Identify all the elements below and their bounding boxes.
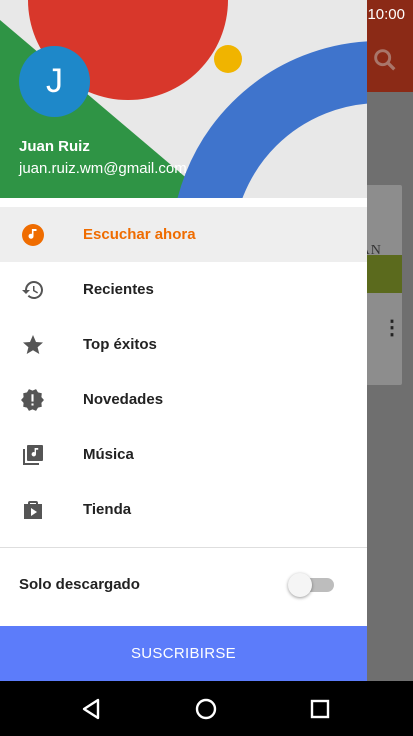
menu-label: Top éxitos (83, 336, 157, 353)
history-icon (20, 277, 45, 302)
avatar[interactable]: J (19, 46, 90, 117)
navigation-drawer: J Juan Ruiz juan.ruiz.wm@gmail.com Escuc… (0, 0, 367, 681)
offline-only-row[interactable]: Solo descargado (0, 560, 367, 610)
menu-label: Escuchar ahora (83, 226, 196, 243)
menu-item-recientes[interactable]: Recientes (0, 262, 367, 317)
store-icon (20, 497, 45, 522)
search-icon (371, 46, 399, 74)
navigation-bar (0, 681, 413, 736)
menu-item-escuchar-ahora[interactable]: Escuchar ahora (0, 207, 367, 262)
recents-icon[interactable] (306, 695, 334, 723)
new-releases-icon (20, 387, 45, 412)
account-header[interactable]: J Juan Ruiz juan.ruiz.wm@gmail.com (0, 0, 367, 198)
menu-item-tienda[interactable]: Tienda (0, 482, 367, 537)
account-email: juan.ruiz.wm@gmail.com (19, 160, 187, 177)
account-name: Juan Ruiz (19, 138, 90, 155)
offline-only-label: Solo descargado (19, 576, 140, 593)
home-icon[interactable] (192, 695, 220, 723)
menu-label: Recientes (83, 281, 154, 298)
menu-item-top-exitos[interactable]: Top éxitos (0, 317, 367, 372)
listen-now-icon (20, 222, 45, 247)
menu-label: Música (83, 446, 134, 463)
more-vert-icon: ⋮ (382, 315, 402, 339)
offline-only-toggle[interactable] (288, 573, 338, 597)
star-icon (20, 332, 45, 357)
menu-label: Tienda (83, 501, 132, 518)
back-icon[interactable] (78, 695, 106, 723)
divider (0, 547, 367, 548)
drawer-menu: Escuchar ahora Recientes Top éxitos Nove… (0, 207, 367, 537)
status-time: 10:00 (367, 5, 405, 23)
menu-label: Novedades (83, 391, 164, 408)
menu-item-novedades[interactable]: Novedades (0, 372, 367, 427)
subscribe-button[interactable]: SUSCRIBIRSE (0, 626, 367, 681)
toggle-thumb (288, 573, 312, 597)
music-library-icon (20, 442, 45, 467)
menu-item-musica[interactable]: Música (0, 427, 367, 482)
